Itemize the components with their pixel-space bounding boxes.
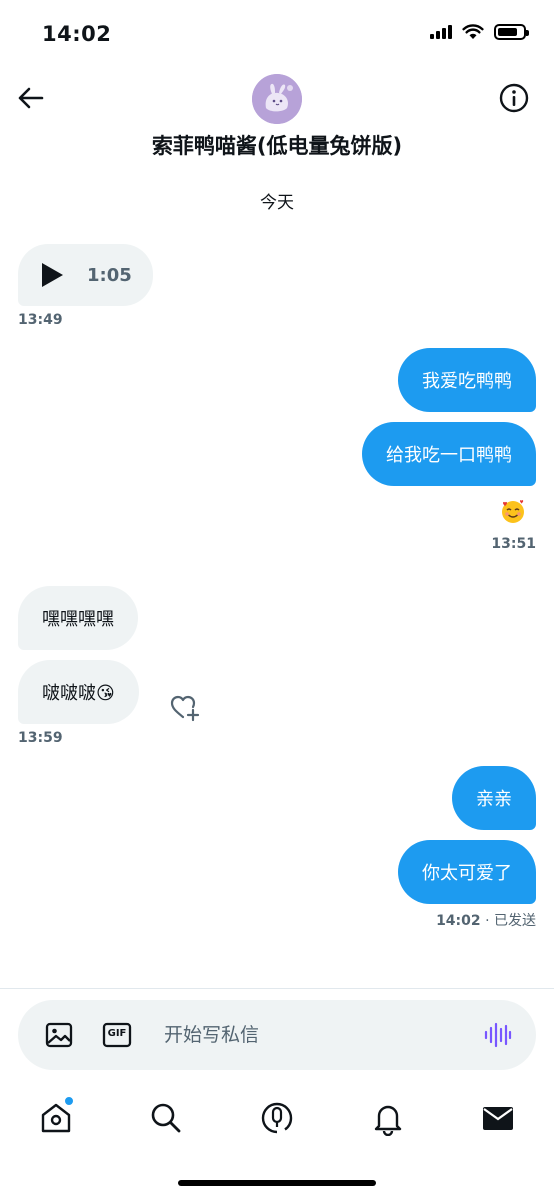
arrow-left-icon	[18, 87, 44, 109]
message-bubble-outgoing[interactable]: 给我吃一口鸭鸭	[362, 422, 536, 486]
message-timestamp: 14:02	[436, 913, 481, 929]
status-time: 14:02	[42, 22, 112, 46]
message-bubble-incoming[interactable]: 嘿嘿嘿嘿	[18, 586, 138, 650]
image-icon	[45, 1022, 73, 1048]
conversation-info-button[interactable]	[498, 82, 530, 114]
nav-spaces[interactable]	[259, 1100, 295, 1136]
nav-messages[interactable]	[480, 1100, 516, 1136]
info-icon	[499, 83, 529, 113]
message-timestamp: 13:49	[18, 312, 63, 328]
message-status: 14:02 · 已发送	[436, 910, 536, 930]
bunny-avatar-illustration	[252, 74, 302, 124]
notification-dot	[64, 1096, 74, 1106]
message-bubble-outgoing[interactable]: 你太可爱了	[398, 840, 536, 904]
message-bubble-outgoing[interactable]: 我爱吃鸭鸭	[398, 348, 536, 412]
voice-message-button[interactable]	[482, 1020, 512, 1050]
status-icons	[430, 24, 529, 40]
home-indicator	[178, 1180, 376, 1186]
sent-status: · 已发送	[480, 913, 536, 929]
voice-waveform-icon	[484, 1022, 512, 1048]
battery-level-fill	[498, 28, 518, 36]
back-button[interactable]	[14, 82, 46, 114]
play-icon[interactable]	[42, 263, 63, 287]
message-composer: GIF	[18, 1000, 536, 1070]
gif-label: GIF	[107, 1028, 127, 1039]
bell-icon	[374, 1105, 402, 1137]
composer-divider	[0, 988, 554, 989]
reaction-emoji[interactable]	[500, 498, 526, 524]
wifi-icon	[462, 24, 484, 39]
voice-duration: 1:05	[87, 264, 132, 286]
smiling-face-with-hearts-icon	[502, 500, 524, 523]
avatar[interactable]	[252, 74, 302, 124]
message-timestamp: 13:59	[18, 730, 63, 746]
bottom-navigation	[0, 1090, 554, 1146]
mail-icon	[483, 1107, 513, 1130]
message-input[interactable]	[164, 1000, 464, 1070]
cellular-signal-icon	[430, 25, 452, 39]
conversation-header: 索菲鸭喵酱(低电量兔饼版)	[0, 64, 554, 174]
nav-notifications[interactable]	[370, 1100, 406, 1137]
search-icon	[151, 1103, 181, 1133]
nav-home[interactable]	[38, 1096, 74, 1136]
voice-message[interactable]: 1:05	[18, 244, 153, 306]
message-bubble-incoming[interactable]: 啵啵啵😘	[18, 660, 139, 724]
message-bubble-outgoing[interactable]: 亲亲	[452, 766, 536, 830]
message-timestamp: 13:51	[491, 536, 536, 552]
add-reaction-button[interactable]	[170, 694, 200, 722]
date-separator: 今天	[260, 193, 294, 213]
nav-search[interactable]	[148, 1100, 184, 1136]
conversation-title[interactable]: 索菲鸭喵酱(低电量兔饼版)	[0, 130, 554, 160]
battery-icon	[494, 24, 529, 40]
add-gif-button[interactable]: GIF	[102, 1020, 132, 1050]
status-bar: 14:02	[0, 0, 554, 64]
heart-plus-icon	[170, 695, 200, 722]
spaces-icon	[261, 1102, 293, 1134]
add-image-button[interactable]	[44, 1020, 74, 1050]
